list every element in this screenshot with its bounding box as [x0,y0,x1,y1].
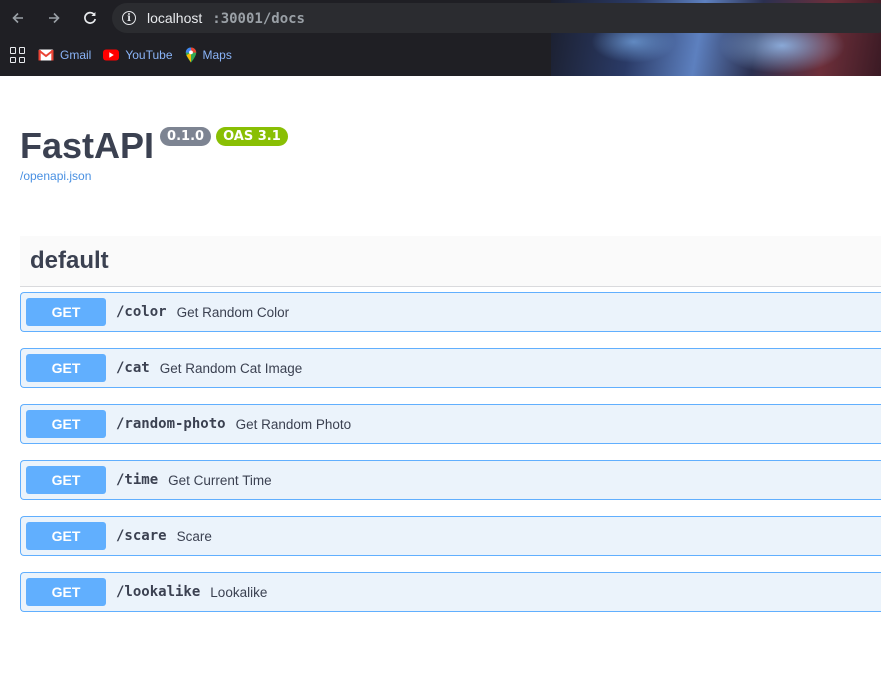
operation-row[interactable]: GET /color Get Random Color [20,292,881,332]
bookmark-maps[interactable]: Maps [185,47,232,63]
youtube-icon [103,49,120,61]
operation-summary: Get Current Time [168,472,272,488]
apps-grid-icon[interactable] [10,47,26,63]
tag-title: default [30,247,109,274]
arrow-right-icon [49,12,60,24]
operation-path: /lookalike [116,584,201,600]
method-badge: GET [26,578,106,606]
method-badge: GET [26,410,106,438]
method-badge: GET [26,298,106,326]
bookmark-label: Maps [202,48,232,62]
operation-path: /random-photo [116,416,226,432]
bookmark-label: Gmail [60,48,92,62]
operation-row[interactable]: GET /random-photo Get Random Photo [20,404,881,444]
back-button[interactable] [6,6,30,30]
operation-summary: Get Random Color [176,304,290,320]
url-text: localhost :30001/docs [147,10,305,27]
operation-row[interactable]: GET /time Get Current Time [20,460,881,500]
maps-icon [185,47,196,63]
operation-row[interactable]: GET /scare Scare [20,516,881,556]
bookmark-label: YouTube [125,48,173,62]
method-badge: GET [26,354,106,382]
forward-button[interactable] [42,6,66,30]
reload-icon [84,11,97,24]
arrow-left-icon [12,12,23,24]
api-info: FastAPI 0.1.0 OAS 3.1 /openapi.json [20,124,288,183]
bookmark-gmail[interactable]: Gmail [38,48,91,62]
operation-path: /time [116,472,159,488]
tag-header-default[interactable]: default [20,236,881,287]
openapi-json-link[interactable]: /openapi.json [20,169,288,183]
url-host: localhost [147,9,203,26]
version-badge: 0.1.0 [160,127,212,146]
method-badge: GET [26,522,106,550]
operation-path: /cat [116,360,150,376]
operation-path: /color [116,304,167,320]
address-bar[interactable]: i localhost :30001/docs [112,3,881,33]
bookmarks-bar: Gmail YouTube Maps [0,40,232,70]
operation-path: /scare [116,528,167,544]
method-badge: GET [26,466,106,494]
oas-badge: OAS 3.1 [216,127,288,146]
operation-row[interactable]: GET /lookalike Lookalike [20,572,881,612]
operation-summary: Get Random Photo [235,416,352,432]
api-title: FastAPI [20,125,155,166]
operations-section: default GET /color Get Random Color GET … [20,236,881,612]
browser-toolbar: i localhost :30001/docs [0,0,881,36]
title-row: FastAPI 0.1.0 OAS 3.1 [20,124,288,168]
operation-summary: Lookalike [210,584,268,600]
gmail-icon [38,49,54,61]
url-path: :30001/docs [212,10,305,27]
operation-summary: Scare [176,528,212,544]
browser-chrome: i localhost :30001/docs Gmail YouTube Ma… [0,0,881,76]
operation-row[interactable]: GET /cat Get Random Cat Image [20,348,881,388]
operation-summary: Get Random Cat Image [159,360,303,376]
bookmark-youtube[interactable]: YouTube [103,48,173,62]
site-info-icon[interactable]: i [122,11,136,25]
reload-button[interactable] [78,6,102,30]
